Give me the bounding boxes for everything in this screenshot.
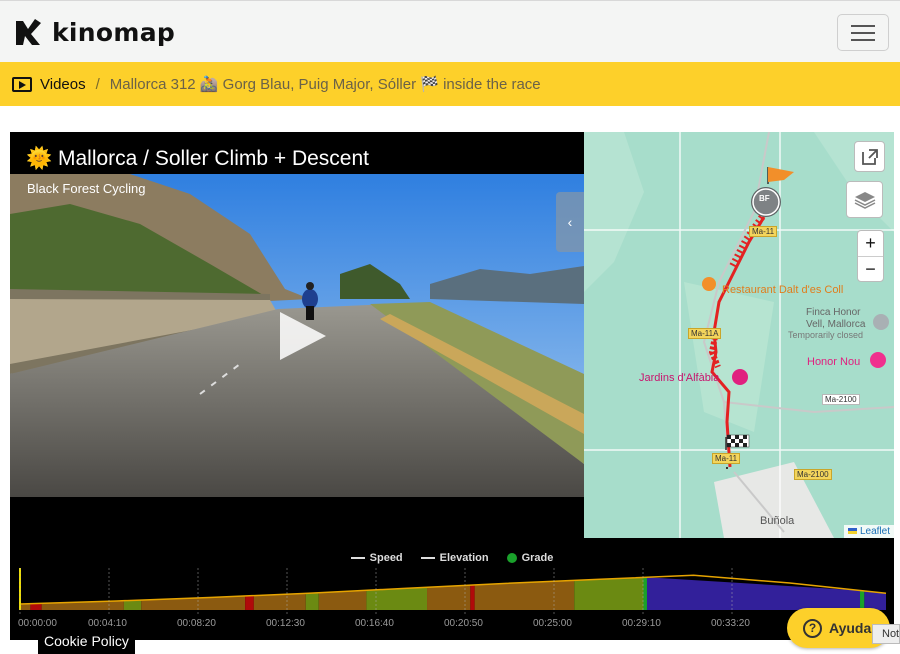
rider-badge: BF xyxy=(759,194,770,203)
video-player: 🌞 Mallorca / Soller Climb + Descent Blac… xyxy=(10,132,894,640)
breadcrumb-separator: / xyxy=(95,75,100,93)
road-tag: Ma-11 xyxy=(712,453,741,464)
grade-segment xyxy=(646,577,861,610)
time-tick-label: 00:33:20 xyxy=(711,618,750,629)
grade-segment xyxy=(643,577,647,610)
time-tick-label: 00:25:00 xyxy=(533,618,572,629)
hamburger-menu-button[interactable] xyxy=(837,14,889,51)
map-label-honor-nou[interactable]: Honor Nou xyxy=(807,356,860,368)
map-label-jardins[interactable]: Jardins d'Alfàbia xyxy=(639,372,719,384)
fullscreen-icon xyxy=(861,148,878,165)
road-tag: Ma-2100 xyxy=(794,469,832,480)
map-label-finca[interactable]: Finca Honor Vell, Mallorca xyxy=(806,307,868,331)
play-icon[interactable] xyxy=(278,310,330,362)
time-tick-label: 00:20:50 xyxy=(444,618,483,629)
cookie-policy-link[interactable]: Cookie Policy xyxy=(38,630,135,654)
breadcrumb-videos-link[interactable]: Videos xyxy=(40,76,86,93)
road-tag: Ma-11 xyxy=(749,226,778,237)
time-tick-label: 00:08:20 xyxy=(177,618,216,629)
video-title: 🌞 Mallorca / Soller Climb + Descent xyxy=(26,147,370,170)
question-icon: ? xyxy=(803,618,822,638)
road-tag: Ma-2100 xyxy=(822,394,860,405)
grade-segment xyxy=(305,592,319,610)
time-tick-label: 00:12:30 xyxy=(266,618,305,629)
zoom-out-button[interactable]: − xyxy=(858,256,883,281)
breadcrumb-current: Mallorca 312 🚵 Gorg Blau, Puig Major, Só… xyxy=(109,76,541,93)
breadcrumb: Videos / Mallorca 312 🚵 Gorg Blau, Puig … xyxy=(0,62,900,106)
map-label-restaurant[interactable]: Restaurant Dalt d'es Coll xyxy=(722,284,843,296)
collapse-map-button[interactable]: ‹ xyxy=(556,192,584,252)
layers-button[interactable] xyxy=(846,181,883,218)
grade-segment xyxy=(574,577,644,610)
kinomap-logo-icon xyxy=(16,19,41,45)
route-map[interactable]: BF Restaurant Dalt d'es Coll Finca Honor… xyxy=(584,132,894,538)
chevron-left-icon: ‹ xyxy=(567,214,573,230)
grade-segment xyxy=(470,584,475,610)
logo-text: kinomap xyxy=(52,17,176,47)
grade-segment xyxy=(245,595,254,610)
time-tick-label: 00:04:10 xyxy=(88,618,127,629)
video-icon xyxy=(12,76,32,92)
layers-icon xyxy=(854,191,875,209)
notification-tab[interactable]: Not xyxy=(872,624,900,644)
map-label-bunola: Buñola xyxy=(760,515,795,527)
elevation-plot xyxy=(19,568,887,614)
fullscreen-button[interactable] xyxy=(854,141,885,172)
hamburger-icon xyxy=(851,25,875,27)
leaflet-attribution[interactable]: Leaflet xyxy=(843,525,894,538)
grade-segment xyxy=(123,600,142,610)
ukraine-flag-icon xyxy=(847,528,857,535)
grade-segment xyxy=(427,585,471,610)
zoom-control: + − xyxy=(857,230,884,282)
top-navbar: kinomap xyxy=(0,0,900,62)
road-tag: Ma-11A xyxy=(688,328,722,339)
video-channel[interactable]: Black Forest Cycling xyxy=(27,181,145,196)
time-tick-label: 00:29:10 xyxy=(622,618,661,629)
grade-segment xyxy=(318,590,367,610)
zoom-in-button[interactable]: + xyxy=(858,231,883,256)
grade-segment xyxy=(366,587,428,610)
time-tick-label: 00:16:40 xyxy=(355,618,394,629)
video-area[interactable]: 🌞 Mallorca / Soller Climb + Descent Blac… xyxy=(10,132,584,497)
time-tick-label: 00:00:00 xyxy=(18,618,57,629)
map-label-finca-status: Temporarily closed xyxy=(788,330,864,340)
kinomap-logo[interactable]: kinomap xyxy=(14,17,175,47)
elevation-chart[interactable]: Speed Elevation Grade 00:00:00 00:04:10 00… xyxy=(10,538,894,640)
